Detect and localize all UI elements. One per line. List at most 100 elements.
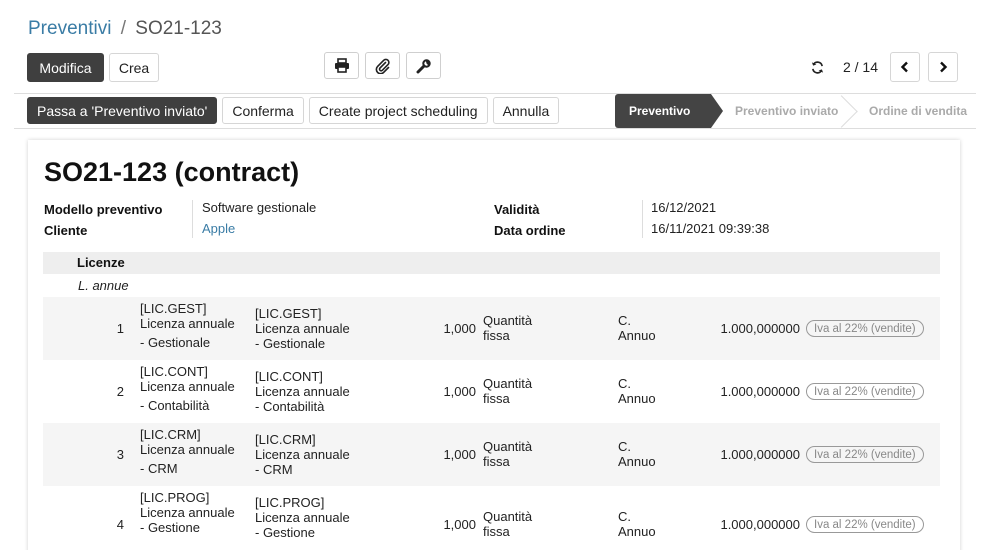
chevron-left-icon [900,61,908,73]
description-code: [LIC.PROG] [255,495,325,510]
line-number: 4 [116,517,124,532]
product-name: Licenza annuale [140,316,235,331]
quantity-type-line: fissa [483,524,510,539]
section-header-licenses: Licenze [43,252,940,274]
quantity-cell: 1,000 [443,384,476,399]
description-code: [LIC.GEST] [255,306,322,321]
subsection-title: L. annue [78,278,129,293]
tax-badge: Iva al 22% (vendite) [806,383,924,400]
description-variant: - CRM [255,462,293,477]
quantity-type-line: fissa [483,328,510,343]
validity-value[interactable]: 16/12/2021 [651,200,716,215]
description-name: Licenza annuale [255,384,350,399]
unit-price-cell: 1.000,000000 [720,321,800,336]
quantity-cell: 1,000 [443,321,476,336]
send-quotation-button[interactable]: Passa a 'Preventivo inviato' [27,97,218,124]
product-variant: - Gestione [140,520,200,535]
breadcrumb-separator: / [120,18,126,39]
breadcrumb: Preventivi / SO21-123 [28,18,222,40]
stage-quotation[interactable]: Preventivo [615,94,723,128]
settings-button[interactable] [406,52,441,79]
description-code: [LIC.CONT] [255,369,323,384]
description-variant: - Gestionale [255,336,326,351]
form-sheet: SO21-123 (contract) Modello preventivo C… [28,140,960,550]
stage-quotation-sent[interactable]: Preventivo inviato [711,94,847,128]
line-number: 2 [116,384,124,399]
create-button[interactable]: Crea [109,53,159,82]
description-name: Licenza annuale [255,510,350,525]
uom-line: Annuo [618,328,656,343]
product-name: Licenza annuale [140,505,235,520]
paperclip-icon [375,58,390,74]
quantity-type-cell: Quantità fissa [483,509,563,539]
action-icons [324,52,441,79]
print-button[interactable] [324,52,359,79]
stage-indicator: Preventivo Preventivo inviato Ordine di … [615,94,977,128]
refresh-button[interactable] [807,56,829,78]
product-variant: - Gestionale [140,335,211,350]
record-pager: 2 / 14 [807,52,958,82]
quantity-type-line: Quantità [483,509,533,524]
product-code: [LIC.CONT] [140,364,208,379]
description-variant: - Contabilità [255,399,325,414]
breadcrumb-parent-link[interactable]: Preventivi [28,18,111,39]
previous-record-button[interactable] [890,52,920,82]
quantity-type-cell: Quantità fissa [483,313,563,343]
next-record-button[interactable] [928,52,958,82]
unit-of-measure-cell: C. Annuo [618,439,678,469]
quotation-template-label: Modello preventivo [44,202,163,217]
confirm-button[interactable]: Conferma [222,97,304,124]
edit-button[interactable]: Modifica [27,53,104,82]
customer-link[interactable]: Apple [202,221,235,236]
tax-badge: Iva al 22% (vendite) [806,320,924,337]
document-title: SO21-123 (contract) [44,157,300,187]
uom-line: Annuo [618,391,656,406]
uom-line: C. [618,509,631,524]
quantity-type-cell: Quantità fissa [483,439,563,469]
description-code: [LIC.CRM] [255,432,316,447]
create-project-scheduling-button[interactable]: Create project scheduling [308,97,488,124]
chevron-right-icon [940,61,948,73]
description-cell: [LIC.GEST] Licenza annuale - Gestionale [255,306,385,351]
product-cell: [LIC.CONT] Licenza annuale - Contabilità [140,364,260,413]
quantity-type-line: fissa [483,391,510,406]
tax-badge: Iva al 22% (vendite) [806,516,924,533]
uom-line: C. [618,439,631,454]
unit-of-measure-cell: C. Annuo [618,313,678,343]
refresh-icon [812,60,824,74]
status-bar: Passa a 'Preventivo inviato' Conferma Cr… [14,93,976,129]
product-code: [LIC.PROG] [140,490,210,505]
description-name: Licenza annuale [255,321,350,336]
cancel-button[interactable]: Annulla [492,97,560,124]
quantity-type-line: Quantità [483,439,533,454]
stage-sales-order[interactable]: Ordine di vendita [847,94,977,128]
unit-price-cell: 1.000,000000 [720,517,800,532]
pager-counter: 2 / 14 [842,59,878,75]
quotation-template-value[interactable]: Software gestionale [202,200,316,215]
product-cell: [LIC.CRM] Licenza annuale - CRM [140,427,260,476]
product-name: Licenza annuale [140,442,235,457]
unit-of-measure-cell: C. Annuo [618,376,678,406]
product-name: Licenza annuale [140,379,235,394]
validity-label: Validità [494,202,540,217]
tax-badge: Iva al 22% (vendite) [806,446,924,463]
product-code: [LIC.CRM] [140,427,201,442]
uom-line: Annuo [618,454,656,469]
product-code: [LIC.GEST] [140,301,207,316]
table-row[interactable]: 1 [LIC.GEST] Licenza annuale - Gestional… [43,297,940,360]
uom-line: Annuo [618,524,656,539]
unit-price-cell: 1.000,000000 [720,384,800,399]
table-row[interactable]: 3 [LIC.CRM] Licenza annuale - CRM [LIC.C… [43,423,940,486]
attachment-button[interactable] [365,52,400,79]
description-variant: - Gestione [255,525,315,540]
table-row[interactable]: 4 [LIC.PROG] Licenza annuale - Gestione … [43,486,940,549]
product-variant: - Contabilità [140,398,210,413]
quantity-type-line: Quantità [483,376,533,391]
table-row[interactable]: 2 [LIC.CONT] Licenza annuale - Contabili… [43,360,940,423]
quantity-cell: 1,000 [443,447,476,462]
order-date-value[interactable]: 16/11/2021 09:39:38 [651,221,769,236]
product-variant: - CRM [140,461,178,476]
description-cell: [LIC.PROG] Licenza annuale - Gestione [255,495,385,540]
unit-of-measure-cell: C. Annuo [618,509,678,539]
field-divider [192,200,193,238]
